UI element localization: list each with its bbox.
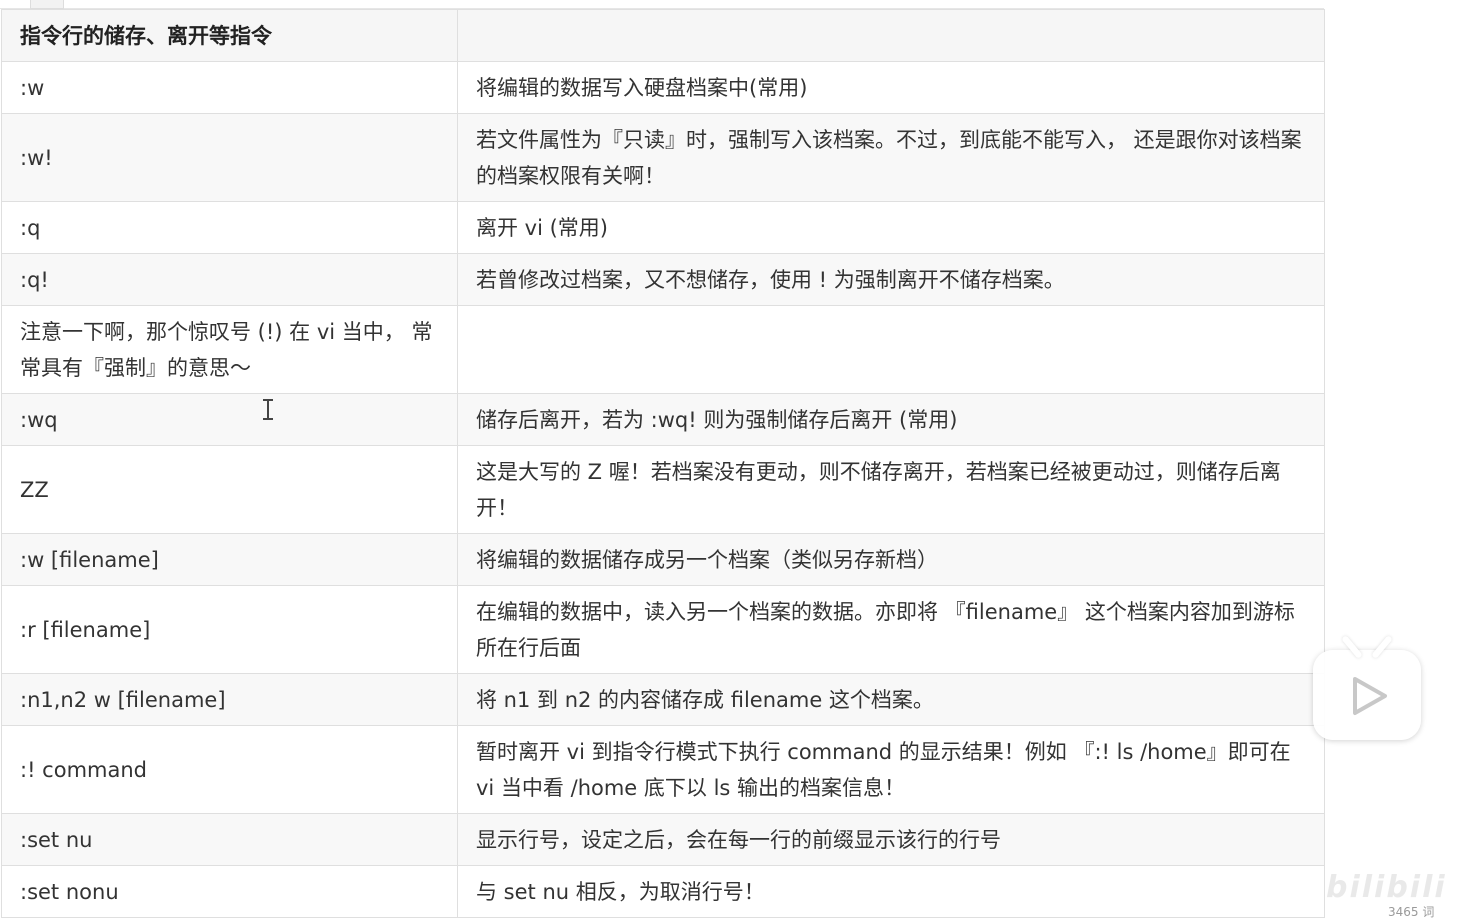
description-cell: 若文件属性为『只读』时，强制写入该档案。不过，到底能不能写入， 还是跟你对该档案… (457, 113, 1325, 202)
table-row: :w [filename] 将编辑的数据储存成另一个档案（类似另存新档） (1, 533, 1325, 586)
table-row: :r [filename] 在编辑的数据中，读入另一个档案的数据。亦即将 『fi… (1, 585, 1325, 674)
command-cell: ZZ (1, 445, 458, 534)
tv-antenna-right-icon (1371, 635, 1393, 659)
table-row: :set nonu 与 set nu 相反，为取消行号！ (1, 865, 1325, 918)
command-cell: :! command (1, 725, 458, 814)
top-toolbar-strip (0, 0, 1324, 9)
table-header-blank (457, 9, 1325, 62)
command-cell: :r [filename] (1, 585, 458, 674)
description-cell: 将编辑的数据写入硬盘档案中(常用) (457, 61, 1325, 114)
command-cell: :q! (1, 253, 458, 306)
note-cell: 注意一下啊，那个惊叹号 (!) 在 vi 当中， 常常具有『强制』的意思～ (1, 305, 458, 394)
table-row-note: 注意一下啊，那个惊叹号 (!) 在 vi 当中， 常常具有『强制』的意思～ (1, 305, 1325, 394)
page: 指令行的储存、离开等指令 :w 将编辑的数据写入硬盘档案中(常用) :w! 若文… (0, 0, 1459, 921)
description-cell: 与 set nu 相反，为取消行号！ (457, 865, 1325, 918)
description-cell: 离开 vi (常用) (457, 201, 1325, 254)
description-cell: 将 n1 到 n2 的内容储存成 filename 这个档案。 (457, 673, 1325, 726)
tv-antenna-left-icon (1341, 635, 1363, 659)
description-cell: 若曾修改过档案，又不想储存，使用 ! 为强制离开不储存档案。 (457, 253, 1325, 306)
text-cursor-icon (262, 398, 274, 420)
table-header-row: 指令行的储存、离开等指令 (1, 9, 1325, 62)
description-cell: 这是大写的 Z 喔！若档案没有更动，则不储存离开，若档案已经被更动过，则储存后离… (457, 445, 1325, 534)
description-cell (457, 305, 1325, 394)
table-row: :q! 若曾修改过档案，又不想储存，使用 ! 为强制离开不储存档案。 (1, 253, 1325, 306)
video-play-button[interactable] (1313, 635, 1421, 740)
description-cell: 将编辑的数据储存成另一个档案（类似另存新档） (457, 533, 1325, 586)
word-count: 3465 词 (1388, 905, 1435, 919)
table-row: :set nu 显示行号，设定之后，会在每一行的前缀显示该行的行号 (1, 813, 1325, 866)
command-cell: :w [filename] (1, 533, 458, 586)
description-cell: 储存后离开，若为 :wq! 则为强制储存后离开 (常用) (457, 393, 1325, 446)
command-cell: :w! (1, 113, 458, 202)
command-cell: :w (1, 61, 458, 114)
command-cell: :n1,n2 w [filename] (1, 673, 458, 726)
command-cell: :set nonu (1, 865, 458, 918)
description-cell: 显示行号，设定之后，会在每一行的前缀显示该行的行号 (457, 813, 1325, 866)
table-header-title: 指令行的储存、离开等指令 (1, 9, 458, 62)
description-cell: 在编辑的数据中，读入另一个档案的数据。亦即将 『filename』 这个档案内容… (457, 585, 1325, 674)
command-cell: :set nu (1, 813, 458, 866)
command-cell: :wq (1, 393, 458, 446)
table-row: :wq 储存后离开，若为 :wq! 则为强制储存后离开 (常用) (1, 393, 1325, 446)
table-row: ZZ 这是大写的 Z 喔！若档案没有更动，则不储存离开，若档案已经被更动过，则储… (1, 445, 1325, 534)
toolbar-tab[interactable] (30, 0, 64, 9)
table-row: :w 将编辑的数据写入硬盘档案中(常用) (1, 61, 1325, 114)
command-cell: :q (1, 201, 458, 254)
play-icon (1353, 677, 1387, 715)
table-row: :q 离开 vi (常用) (1, 201, 1325, 254)
vi-command-table: 指令行的储存、离开等指令 :w 将编辑的数据写入硬盘档案中(常用) :w! 若文… (1, 9, 1325, 918)
description-cell: 暂时离开 vi 到指令行模式下执行 command 的显示结果！例如 『:! l… (457, 725, 1325, 814)
table-row: :n1,n2 w [filename] 将 n1 到 n2 的内容储存成 fil… (1, 673, 1325, 726)
table-row: :! command 暂时离开 vi 到指令行模式下执行 command 的显示… (1, 725, 1325, 814)
table-row: :w! 若文件属性为『只读』时，强制写入该档案。不过，到底能不能写入， 还是跟你… (1, 113, 1325, 202)
